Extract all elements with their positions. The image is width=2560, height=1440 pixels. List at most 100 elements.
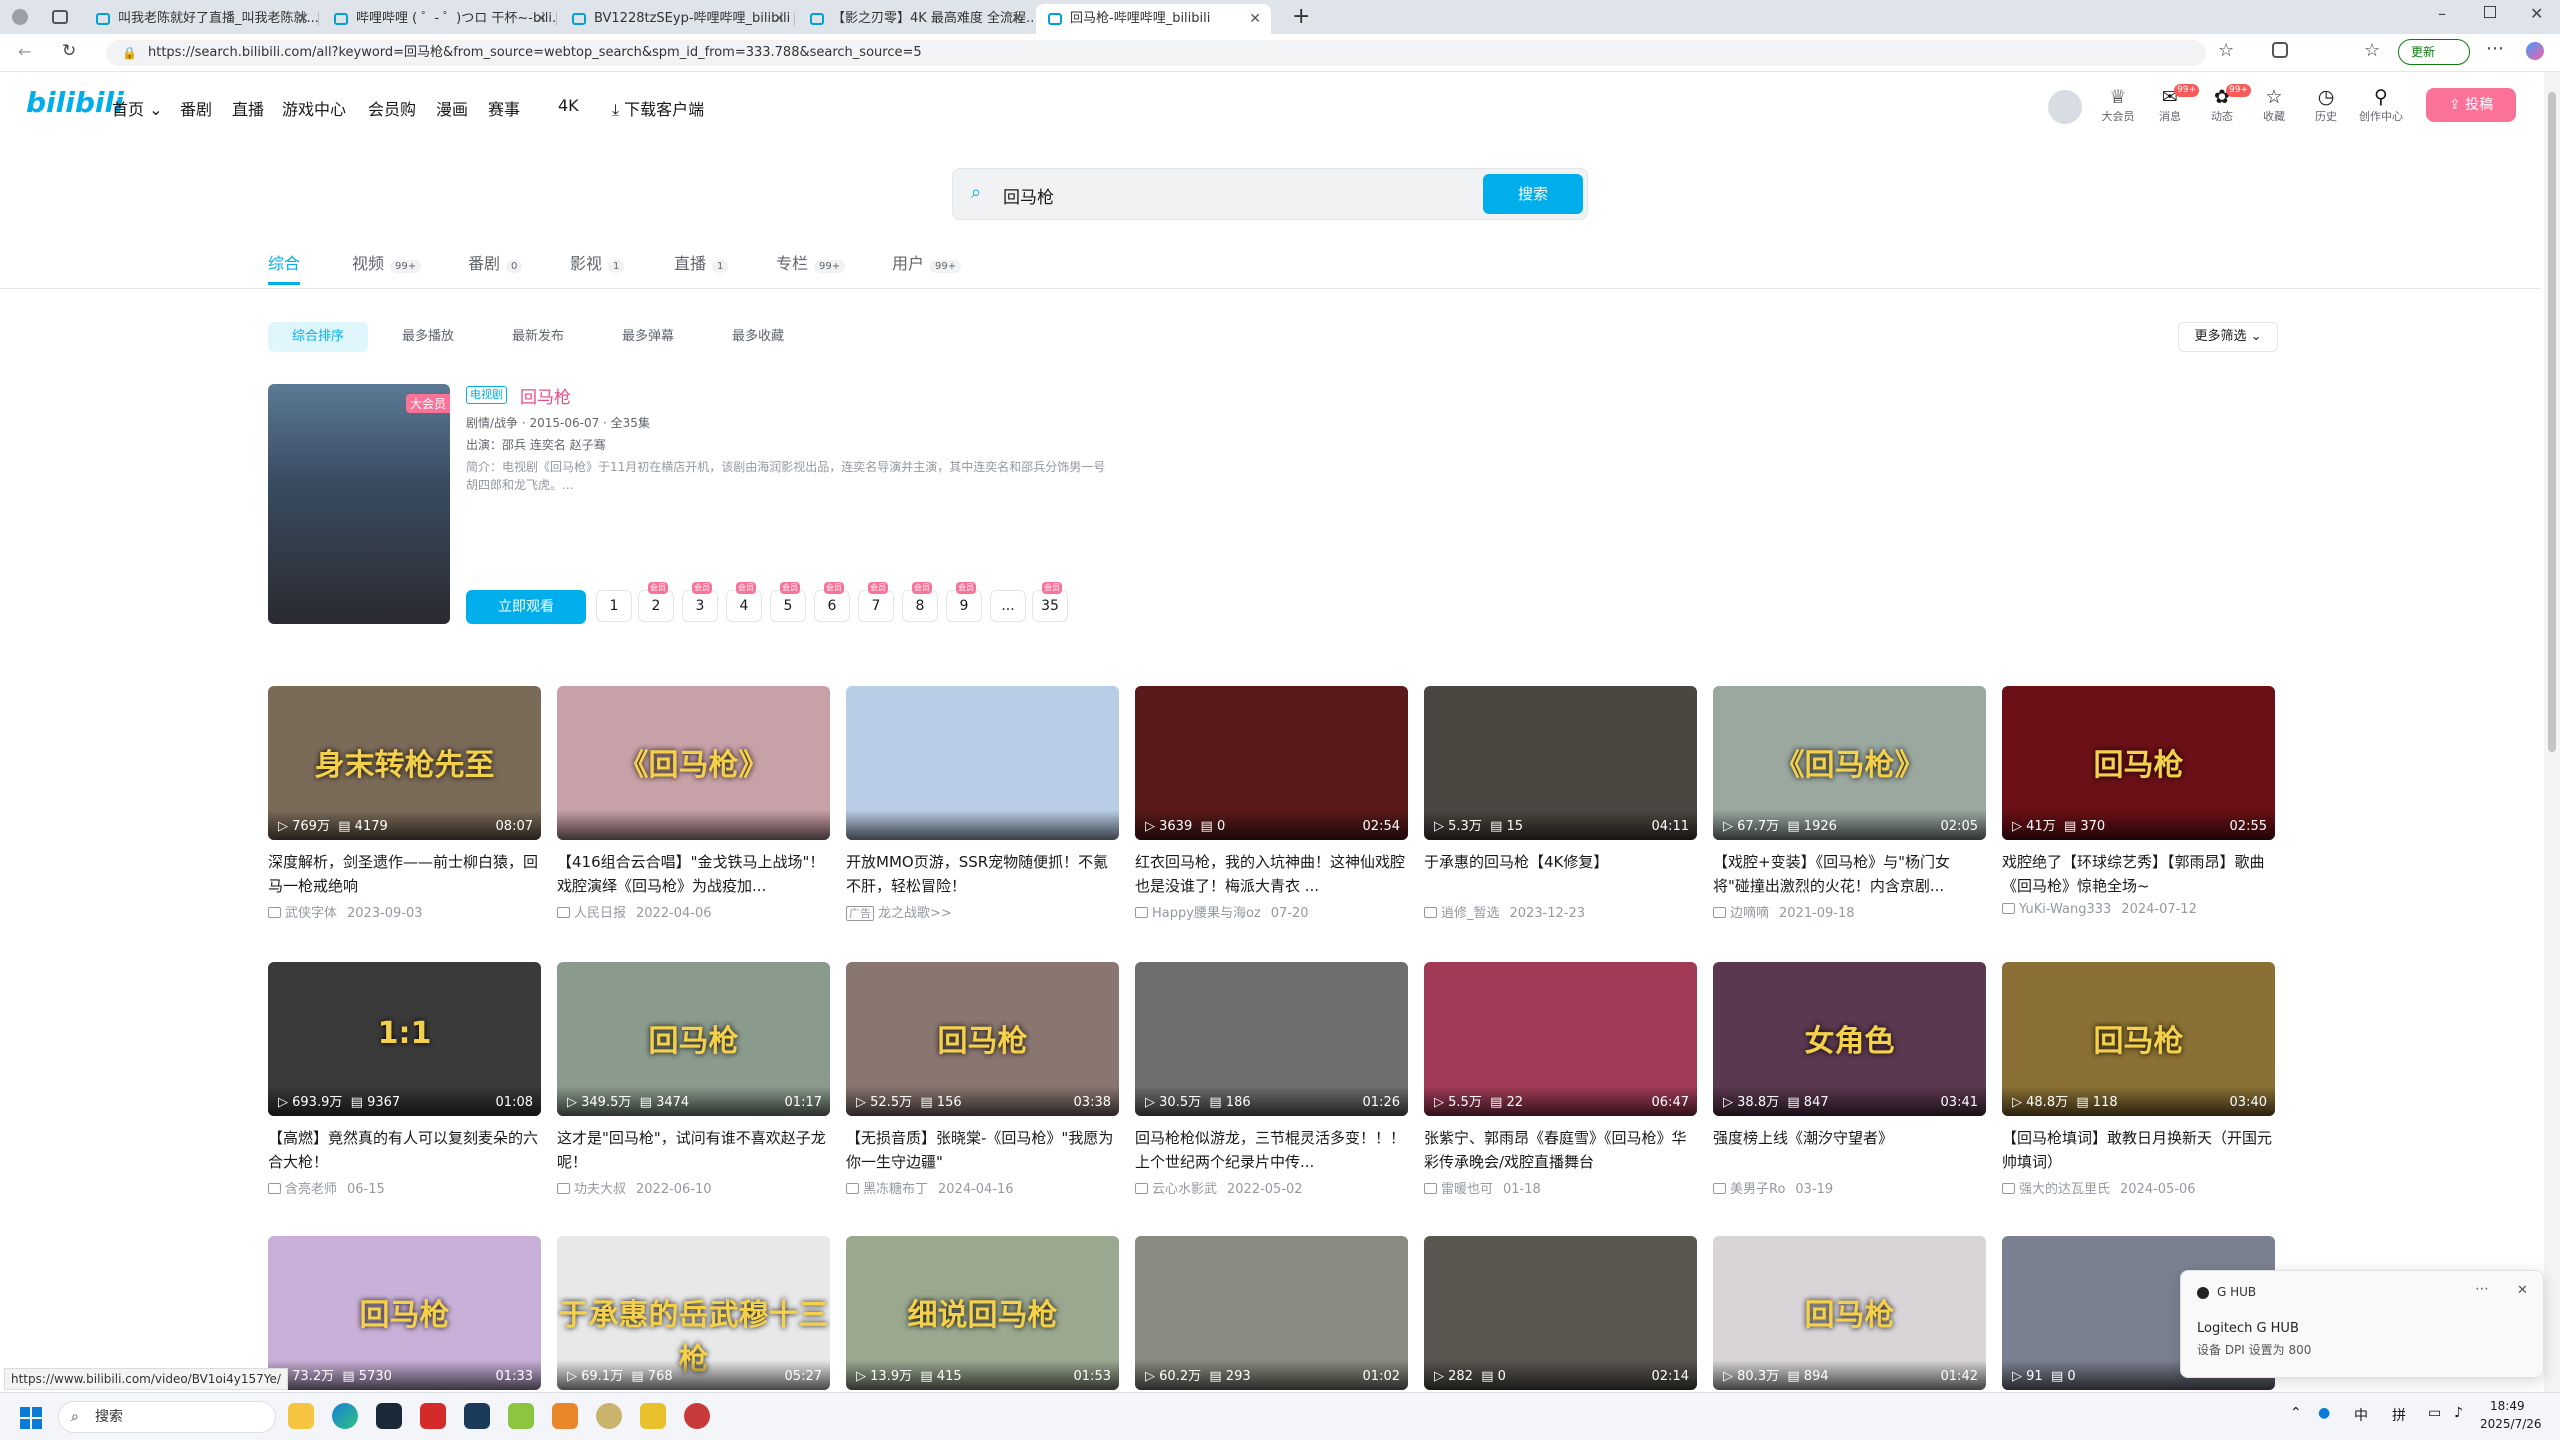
header-favorites[interactable]: ☆ 收藏	[2254, 86, 2294, 124]
tab-bangumi[interactable]: 番剧 0	[468, 250, 523, 274]
tray-chevron-icon[interactable]: ⌃	[2290, 1405, 2302, 1421]
video-thumbnail[interactable]: ▷ 5.5万 ▤ 22 06:47	[1424, 962, 1697, 1116]
episode-button[interactable]: 4 会员	[726, 582, 762, 622]
steam-icon[interactable]	[376, 1403, 402, 1429]
video-title[interactable]: 红衣回马枪，我的入坑神曲！这神仙戏腔也是没谁了！梅派大青衣 ...	[1135, 850, 1408, 898]
network-icon[interactable]: ▭	[2428, 1405, 2441, 1421]
video-card[interactable]: 回马枪 ▷ 48.8万 ▤ 118 03:40 【回马枪填词】敢教日月换新天（开国元帅…	[2002, 962, 2275, 1197]
copilot-icon[interactable]	[2526, 42, 2544, 60]
sort-default[interactable]: 综合排序	[268, 322, 368, 352]
more-icon[interactable]: ⋯	[2475, 1281, 2489, 1297]
notification-toast[interactable]: G HUB ⋯ ✕ Logitech G HUB 设备 DPI 设置为 800	[2180, 1270, 2544, 1378]
video-thumbnail[interactable]: ▷ 3639 ▤ 0 02:54	[1135, 686, 1408, 840]
page-scrollbar[interactable]	[2544, 72, 2560, 1392]
uploader-name[interactable]: 云心水影武	[1152, 1182, 1217, 1197]
close-icon[interactable]: ✕	[535, 4, 547, 34]
video-thumbnail[interactable]: ▷ 5.3万 ▤ 15 04:11	[1424, 686, 1697, 840]
video-title[interactable]: 深度解析，剑圣遗作——前士柳白猿，回马一枪戒绝响	[268, 850, 541, 898]
video-thumbnail[interactable]: 细说回马枪 ▷ 13.9万 ▤ 415 01:53	[846, 1236, 1119, 1390]
header-dynamic[interactable]: ✿ 99+ 动态	[2202, 84, 2251, 124]
video-title[interactable]: 【高燃】竟然真的有人可以复刻麦朵的六合大枪！	[268, 1126, 541, 1174]
uploader-name[interactable]: 功夫大叔	[574, 1182, 626, 1197]
more-filter-button[interactable]: 更多筛选 ⌄	[2178, 322, 2278, 352]
episode-button[interactable]: 2 会员	[638, 582, 674, 622]
video-thumbnail[interactable]: 1:1 ▷ 693.9万 ▤ 9367 01:08	[268, 962, 541, 1116]
windows-start-icon[interactable]	[20, 1407, 42, 1429]
uploader-name[interactable]: 黑冻糖布丁	[863, 1182, 928, 1197]
watch-now-button[interactable]: 立即观看	[466, 590, 586, 624]
video-thumbnail[interactable]: 回马枪 ▷ 41万 ▤ 370 02:55	[2002, 686, 2275, 840]
tab-all[interactable]: 综合	[268, 250, 300, 274]
video-thumbnail[interactable]: 于承惠的岳武穆十三枪▷ 69.1万 ▤ 76805:27	[557, 1236, 830, 1390]
nav-4k[interactable]: 4K	[558, 96, 579, 115]
nav-bangumi[interactable]: 番剧	[180, 96, 212, 120]
browser-tab[interactable]: 【影之刃零】4K 最高难度 全流程... ✕	[798, 4, 1033, 34]
tab-live[interactable]: 直播 1	[674, 250, 729, 274]
close-icon[interactable]: ✕	[1011, 4, 1023, 34]
episode-button[interactable]: 35 会员	[1032, 582, 1068, 622]
video-card[interactable]: ▷ 5.3万 ▤ 15 04:11 于承惠的回马枪【4K修复】 逍修_暂选 2023-1…	[1424, 686, 1697, 921]
app-icon[interactable]	[684, 1403, 710, 1429]
video-thumbnail[interactable]: 回马枪 ▷ 52.5万 ▤ 156 03:38	[846, 962, 1119, 1116]
netease-music-icon[interactable]	[420, 1403, 446, 1429]
episode-button[interactable]: 7 会员	[858, 582, 894, 622]
nav-game[interactable]: 游戏中心	[282, 96, 346, 120]
close-icon[interactable]: ✕	[2517, 1283, 2528, 1298]
video-card[interactable]: 回马枪 ▷ 80.3万 ▤ 894 01:42	[1713, 1236, 1986, 1390]
video-title[interactable]: 戏腔绝了【环球综艺秀】【郭雨昂】歌曲《回马枪》惊艳全场~	[2002, 850, 2275, 898]
video-card[interactable]: 1:1 ▷ 693.9万 ▤ 9367 01:08 【高燃】竟然真的有人可以复刻麦朵的…	[268, 962, 541, 1197]
header-history[interactable]: ◷ 历史	[2306, 86, 2346, 124]
close-window-icon[interactable]: ✕	[2530, 4, 2543, 23]
close-icon[interactable]: ✕	[1249, 4, 1261, 34]
video-thumbnail[interactable]: 回马枪 ▷ 73.2万 ▤ 5730 01:33	[268, 1236, 541, 1390]
browser-tab[interactable]: 叫我老陈就好了直播_叫我老陈就... ✕	[84, 4, 319, 34]
avatar[interactable]	[2048, 90, 2082, 124]
new-tab-icon[interactable]: +	[1292, 4, 1310, 29]
maximize-icon[interactable]	[2484, 6, 2496, 18]
uploader-name[interactable]: Happy腰果与海oz	[1152, 906, 1261, 921]
video-thumbnail[interactable]: 身末转枪先至 ▷ 769万 ▤ 4179 08:07	[268, 686, 541, 840]
tab-user[interactable]: 用户 99+	[892, 250, 962, 274]
url-field[interactable]: 🔒 https://search.bilibili.com/all?keyword…	[106, 40, 2206, 66]
video-thumbnail[interactable]: 回马枪 ▷ 80.3万 ▤ 894 01:42	[1713, 1236, 1986, 1390]
nav-download[interactable]: ⤓ 下载客户端	[612, 96, 704, 120]
uploader-name[interactable]: 强大的达瓦里氏	[2019, 1182, 2110, 1197]
video-card[interactable]: ▷ 60.2万 ▤ 293 01:02	[1135, 1236, 1408, 1390]
edge-icon[interactable]	[332, 1403, 358, 1429]
app-icon[interactable]	[552, 1403, 578, 1429]
clock-time[interactable]: 18:49	[2490, 1399, 2525, 1413]
video-thumbnail[interactable]: ▷ 60.2万 ▤ 293 01:02	[1135, 1236, 1408, 1390]
nav-match[interactable]: 赛事	[488, 96, 520, 120]
header-creator[interactable]: ⚲ 创作中心	[2358, 86, 2404, 124]
back-icon[interactable]: ←	[18, 42, 31, 61]
file-explorer-icon[interactable]	[288, 1403, 314, 1429]
video-title[interactable]: 回马枪枪似游龙，三节棍灵活多变！！！上个世纪两个纪录片中传...	[1135, 1126, 1408, 1174]
ime-indicator[interactable]: 中	[2354, 1405, 2368, 1425]
episode-button[interactable]: 5 会员	[770, 582, 806, 622]
video-card[interactable]: 身末转枪先至 ▷ 769万 ▤ 4179 08:07 深度解析，剑圣遗作——前士柳白猿…	[268, 686, 541, 921]
video-card[interactable]: 回马枪 ▷ 349.5万 ▤ 3474 01:17 这才是"回马枪"，试问有谁不喜欢赵…	[557, 962, 830, 1197]
update-button[interactable]: 更新	[2398, 39, 2470, 65]
video-thumbnail[interactable]: 回马枪 ▷ 349.5万 ▤ 3474 01:17	[557, 962, 830, 1116]
sort-newest[interactable]: 最新发布	[492, 322, 584, 352]
video-card[interactable]: ▷ 5.5万 ▤ 22 06:47 张紫宁、郭雨昂《春庭雪》《回马枪》华彩传承晚会/…	[1424, 962, 1697, 1197]
mic-icon[interactable]: ●	[2318, 1405, 2330, 1421]
menu-icon[interactable]: ⋯	[2486, 38, 2504, 59]
sort-most-danmaku[interactable]: 最多弹幕	[602, 322, 694, 352]
video-title[interactable]: 强度榜上线《潮汐守望者》	[1713, 1126, 1986, 1174]
video-title[interactable]: 于承惠的回马枪【4K修复】	[1424, 850, 1697, 898]
scrollbar-thumb[interactable]	[2548, 92, 2556, 752]
video-card[interactable]: 回马枪 ▷ 73.2万 ▤ 5730 01:33	[268, 1236, 541, 1390]
browser-tab[interactable]: 哔哩哔哩 ( ゜- ゜)つロ 干杯~-bili... ✕	[322, 4, 557, 34]
video-card[interactable]: ▷ 282 ▤ 0 02:14	[1424, 1236, 1697, 1390]
bilibili-logo[interactable]: bilibili	[26, 86, 124, 119]
tab-actions-icon[interactable]	[52, 10, 68, 24]
favorites-icon[interactable]: ☆	[2364, 40, 2380, 61]
video-thumbnail[interactable]: ▷ 282 ▤ 0 02:14	[1424, 1236, 1697, 1390]
video-card[interactable]: 《回马枪》 ▷ 67.7万 ▤ 1926 02:05 【戏腔+变装】《回马枪》与"杨门…	[1713, 686, 1986, 921]
episode-button[interactable]: 3 会员	[682, 582, 718, 622]
minimize-icon[interactable]: –	[2438, 4, 2446, 23]
video-title[interactable]: 【戏腔+变装】《回马枪》与"杨门女将"碰撞出激烈的火花！内含京剧...	[1713, 850, 1986, 898]
nav-live[interactable]: 直播	[232, 96, 264, 120]
sort-most-favorites[interactable]: 最多收藏	[712, 322, 804, 352]
